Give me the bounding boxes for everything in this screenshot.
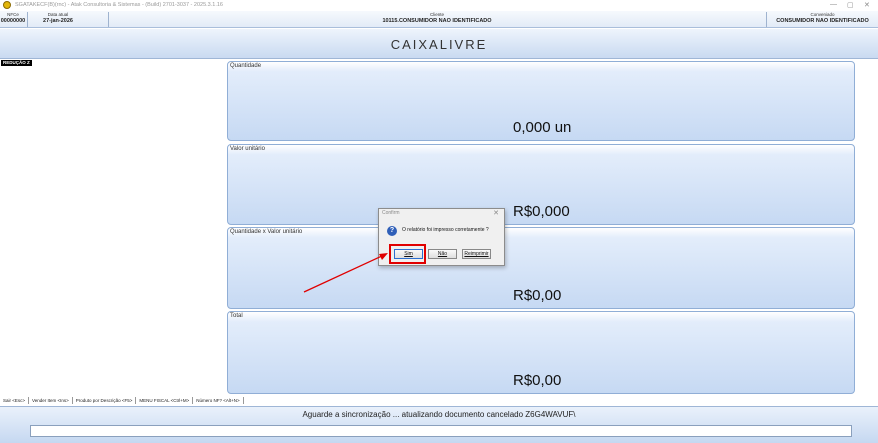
agreement-cell: Conveniado CONSUMIDOR NAO IDENTIFICADO [767, 11, 878, 28]
cashier-status-banner: CAIXALIVRE [0, 29, 878, 59]
subtotal-panel: Quantidade x Valor unitário R$0,00 [227, 227, 855, 309]
maximize-button[interactable]: ▢ [847, 1, 854, 9]
dialog-close-icon[interactable]: ✕ [493, 209, 499, 217]
subtotal-value: R$0,00 [513, 287, 562, 304]
question-icon: ? [387, 226, 397, 236]
no-button[interactable]: Não [428, 249, 457, 259]
reducao-z-label: REDUÇÃO Z [1, 60, 32, 66]
status-message: Aguarde a sincronização ... atualizando … [302, 410, 576, 419]
window-title: SGATAKECF(B)(rnc) - Atak Consultoria & S… [15, 2, 223, 8]
app-icon [3, 1, 11, 9]
unit-price-value: R$0,000 [513, 203, 570, 220]
client-value: 10115.CONSUMIDOR NAO IDENTIFICADO [382, 18, 492, 24]
shortcut-product-search[interactable]: Produto por Descrição <F5> [73, 397, 137, 404]
items-list-area [0, 59, 226, 396]
status-bar: Aguarde a sincronização ... atualizando … [0, 406, 878, 443]
nfce-cell: NFCe 00000000 [0, 11, 26, 28]
total-panel: Total R$0,00 [227, 311, 855, 394]
window-titlebar: SGATAKECF(B)(rnc) - Atak Consultoria & S… [0, 0, 878, 11]
panel-label: Quantidade x Valor unitário [230, 229, 303, 235]
client-cell: Cliente 10115.CONSUMIDOR NAO IDENTIFICAD… [109, 11, 765, 28]
quantity-value: 0,000 un [513, 119, 572, 136]
shortcut-exit[interactable]: Sair <Esc> [0, 397, 30, 404]
unit-price-panel: Valor unitário R$0,000 [227, 144, 855, 225]
date-value: 27-jan-2026 [43, 18, 73, 24]
close-window-button[interactable]: ✕ [864, 1, 870, 9]
panel-label: Total [230, 313, 243, 319]
shortcut-sell-item[interactable]: Vender Item <Ins> [29, 397, 73, 404]
barcode-input[interactable] [30, 425, 852, 437]
shortcut-fiscal-menu[interactable]: MENU FISCAL <Ctrl+M> [136, 397, 194, 404]
total-value: R$0,00 [513, 372, 562, 389]
date-cell: Data atual 27-jan-2026 [28, 11, 88, 28]
quantity-panel: Quantidade 0,000 un [227, 61, 855, 141]
shortcut-bar: Sair <Esc> Vender Item <Ins> Produto por D… [0, 397, 244, 405]
banner-text: CAIXALIVRE [390, 37, 488, 52]
shortcut-nf-number[interactable]: Número NF? <Alt+N> [193, 397, 244, 404]
highlight-box [389, 244, 426, 264]
minimize-button[interactable]: — [830, 1, 837, 8]
nfce-value: 00000000 [0, 18, 26, 24]
panel-label: Valor unitário [230, 146, 265, 152]
dialog-title: Confirm [382, 210, 400, 216]
reprint-button[interactable]: Reimprimir [462, 249, 491, 259]
agreement-value: CONSUMIDOR NAO IDENTIFICADO [776, 18, 869, 24]
dialog-message: O relatório foi impresso corretamente ? [402, 227, 489, 233]
info-bar: NFCe 00000000 Data atual 27-jan-2026 Cli… [0, 11, 878, 28]
panel-label: Quantidade [230, 63, 262, 69]
